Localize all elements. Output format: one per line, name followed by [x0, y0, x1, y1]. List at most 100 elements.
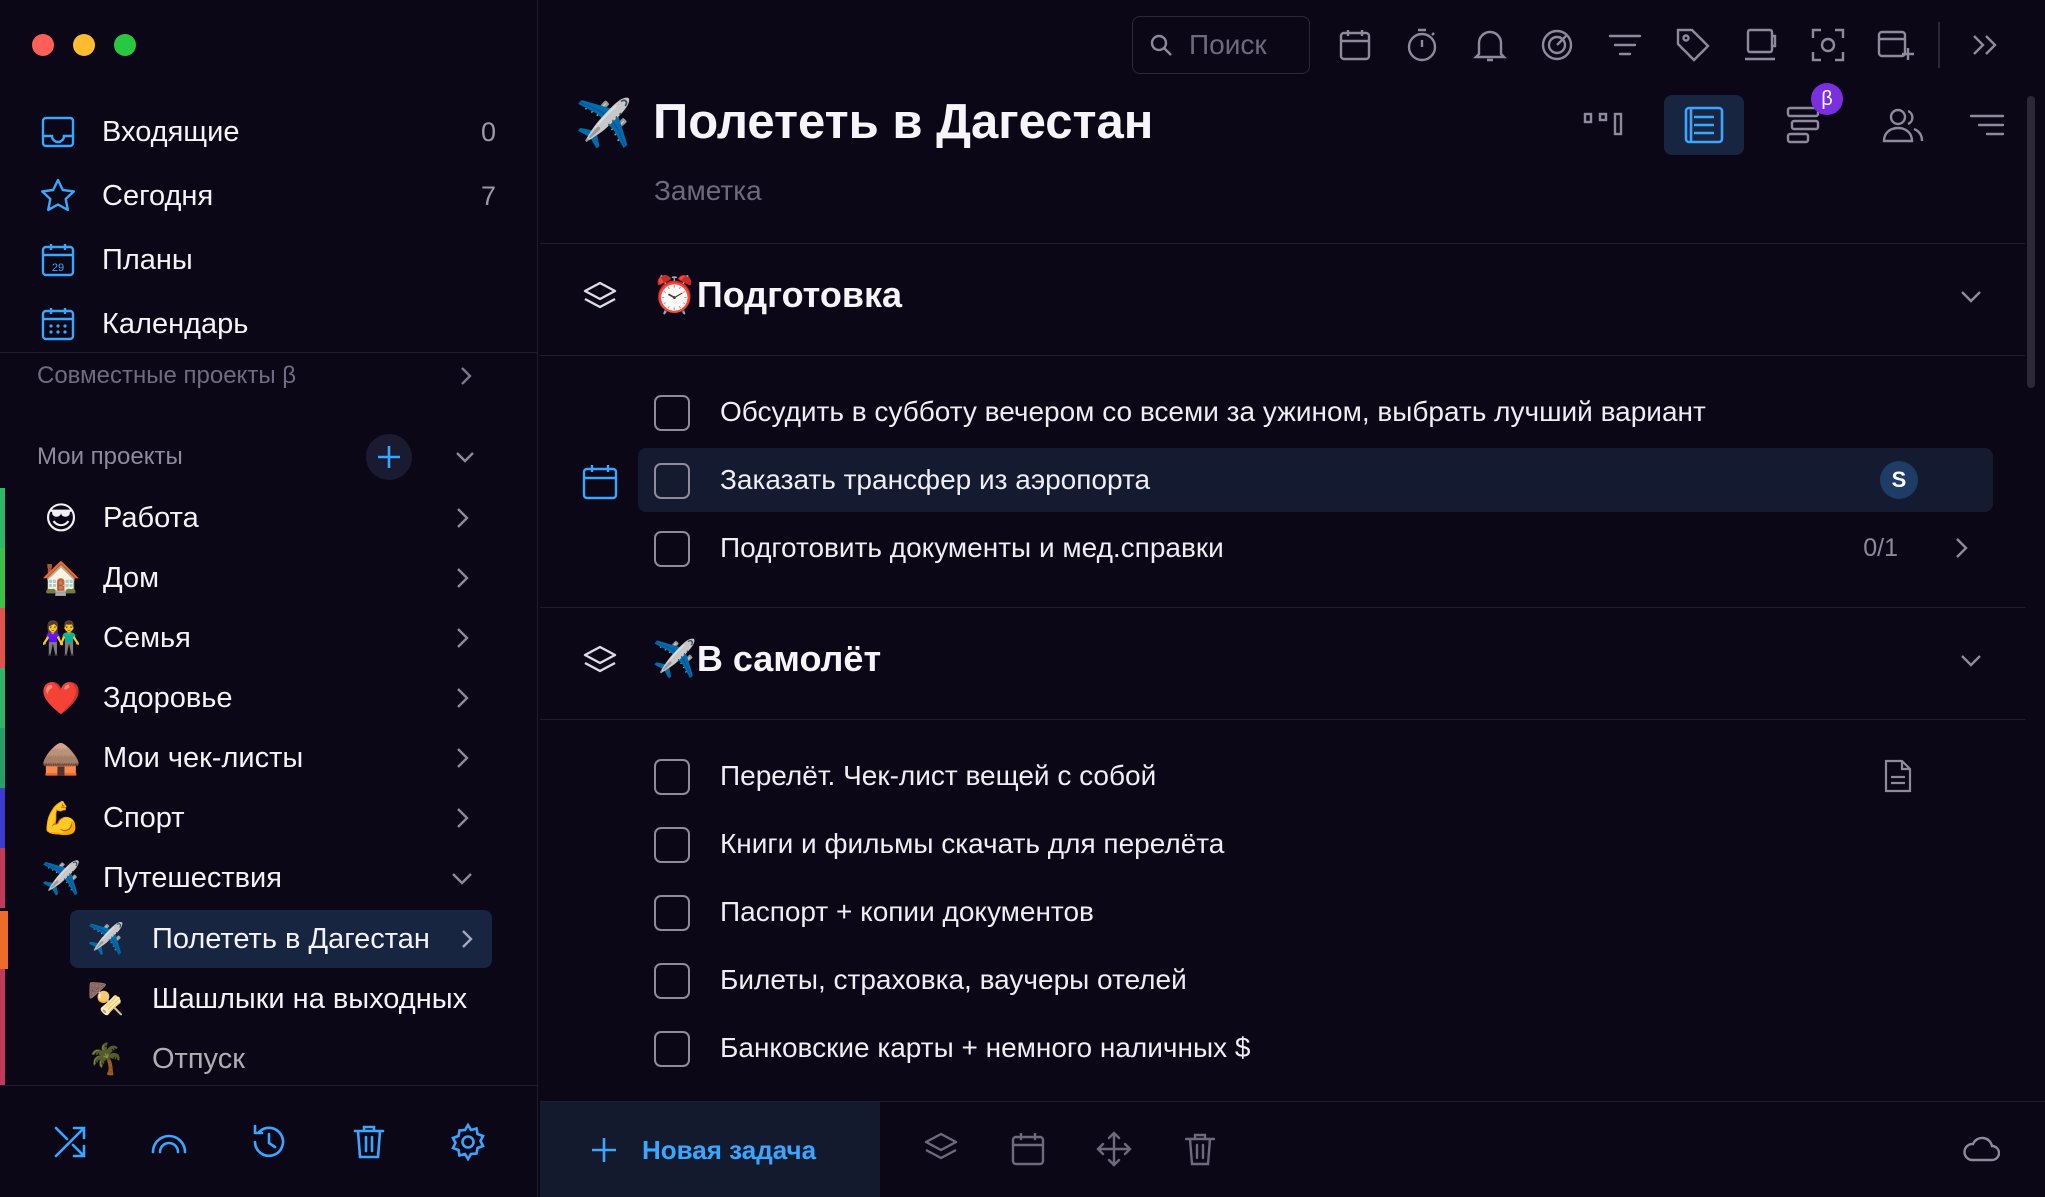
toolbar-separator: [1938, 22, 1940, 68]
beta-badge: β: [1811, 83, 1843, 115]
chevron-down-icon[interactable]: [1958, 647, 1984, 673]
section-header[interactable]: ⏰Подготовка: [540, 258, 2025, 338]
project-emoji-icon: 😎: [44, 500, 78, 536]
svg-text:29: 29: [52, 262, 64, 274]
board-view-button[interactable]: [1563, 95, 1643, 155]
chevron-right-icon[interactable]: [1949, 536, 1973, 560]
chevron-right-icon[interactable]: [450, 746, 474, 770]
zoom-window-button[interactable]: [114, 34, 136, 56]
trash-icon[interactable]: [349, 1122, 389, 1162]
task-row[interactable]: Подготовить документы и мед.справки 0/1: [638, 516, 1993, 580]
new-task-button[interactable]: Новая задача: [540, 1102, 880, 1197]
assignee-avatar[interactable]: S: [1880, 461, 1918, 499]
task-checkbox[interactable]: [654, 759, 690, 795]
task-title: Перелёт. Чек-лист вещей с собой: [720, 760, 1157, 791]
nav-today[interactable]: Сегодня 7: [0, 164, 538, 228]
chevron-right-icon[interactable]: [450, 566, 474, 590]
sort-lines-icon: [1969, 114, 2005, 136]
calendar-icon[interactable]: [580, 462, 620, 502]
focus-icon[interactable]: [1538, 26, 1576, 64]
rainbow-icon[interactable]: [149, 1122, 189, 1162]
cloud-sync-icon[interactable]: [1962, 1130, 2000, 1168]
chevron-down-icon[interactable]: [1958, 283, 1984, 309]
task-checkbox[interactable]: [654, 827, 690, 863]
calendar-icon[interactable]: [1336, 26, 1374, 64]
task-checkbox[interactable]: [654, 395, 690, 431]
project-note[interactable]: Заметка: [654, 175, 762, 207]
project-item[interactable]: 💪 Спорт: [0, 788, 538, 848]
layers-icon[interactable]: [922, 1130, 960, 1168]
task-checkbox[interactable]: [654, 531, 690, 567]
history-icon[interactable]: [249, 1122, 289, 1162]
project-color-bar: [0, 788, 5, 848]
project-color-bar: [0, 548, 5, 608]
coffee-break-icon[interactable]: [1741, 26, 1779, 64]
sort-menu-button[interactable]: [1947, 95, 2027, 155]
project-item[interactable]: ❤️ Здоровье: [0, 668, 538, 728]
subproject-item[interactable]: 🍢 Шашлыки на выходных: [70, 970, 492, 1028]
project-item[interactable]: 🏠 Дом: [0, 548, 538, 608]
timer-icon[interactable]: [1403, 26, 1441, 64]
nav-plans[interactable]: 29 Планы: [0, 228, 538, 292]
close-window-button[interactable]: [32, 34, 54, 56]
nav-today-label: Сегодня: [102, 179, 214, 212]
calendar-icon[interactable]: [1009, 1130, 1047, 1168]
section-title-text: Подготовка: [696, 274, 902, 315]
task-row[interactable]: Перелёт. Чек-лист вещей с собой: [638, 744, 1993, 808]
filter-icon[interactable]: [1606, 26, 1644, 64]
chevrons-right-icon[interactable]: [1966, 26, 2004, 64]
divider: [540, 243, 2025, 244]
project-label: Семья: [103, 621, 191, 654]
project-emoji-icon: ❤️: [41, 680, 81, 716]
task-row[interactable]: Билеты, страховка, ваучеры отелей: [638, 948, 1993, 1012]
move-icon[interactable]: [1095, 1130, 1133, 1168]
subproject-item[interactable]: 🌴 Отпуск: [70, 1030, 492, 1088]
top-toolbar: Поиск: [540, 16, 2045, 74]
users-icon: [1882, 108, 1924, 143]
project-item[interactable]: ✈️ Путешествия: [0, 848, 538, 908]
task-row[interactable]: Банковские карты + немного наличных $: [638, 1016, 1993, 1080]
members-button[interactable]: [1863, 95, 1943, 155]
shared-projects-label: Совместные проекты β: [37, 362, 297, 389]
task-row[interactable]: Паспорт + копии документов: [638, 880, 1993, 944]
project-item[interactable]: 😎 Работа: [0, 488, 538, 548]
section-header[interactable]: ✈️В самолёт: [540, 622, 2025, 702]
chevron-right-icon[interactable]: [456, 928, 478, 950]
add-window-icon[interactable]: [1876, 26, 1914, 64]
subproject-item-active[interactable]: ✈️ Полететь в Дагестан: [70, 910, 492, 968]
project-item[interactable]: 👫 Семья: [0, 608, 538, 668]
bell-icon[interactable]: [1471, 26, 1509, 64]
search-field[interactable]: Поиск: [1132, 16, 1310, 74]
task-checkbox[interactable]: [654, 463, 690, 499]
chevron-down-icon[interactable]: [450, 866, 474, 890]
minimize-window-button[interactable]: [73, 34, 95, 56]
scrollbar[interactable]: [2027, 96, 2035, 388]
chevron-right-icon[interactable]: [450, 626, 474, 650]
tag-icon[interactable]: [1674, 26, 1712, 64]
project-item[interactable]: 🛖 Мои чек-листы: [0, 728, 538, 788]
nav-calendar[interactable]: Календарь: [0, 292, 538, 356]
note-document-icon[interactable]: [1883, 758, 1913, 794]
chevron-right-icon[interactable]: [450, 806, 474, 830]
project-color-bar: [0, 488, 5, 548]
task-row[interactable]: Обсудить в субботу вечером со всеми за у…: [638, 380, 1993, 444]
shuffle-icon[interactable]: [50, 1122, 90, 1162]
task-checkbox[interactable]: [654, 1031, 690, 1067]
gantt-view-button[interactable]: β: [1767, 83, 1847, 155]
trash-icon[interactable]: [1181, 1130, 1219, 1168]
list-view-button[interactable]: [1664, 95, 1744, 155]
page-title[interactable]: Полететь в Дагестан: [653, 94, 1153, 150]
chevron-right-icon[interactable]: [450, 506, 474, 530]
nav-inbox[interactable]: Входящие 0: [0, 100, 538, 164]
chevron-down-icon[interactable]: [453, 445, 477, 469]
task-checkbox[interactable]: [654, 895, 690, 931]
chevron-right-icon[interactable]: [450, 686, 474, 710]
add-project-button[interactable]: [366, 434, 412, 480]
subproject-emoji-icon: 🌴: [87, 1042, 125, 1076]
gear-icon[interactable]: [448, 1121, 488, 1162]
screenshot-icon[interactable]: [1809, 26, 1847, 64]
task-checkbox[interactable]: [654, 963, 690, 999]
shared-projects-row[interactable]: Совместные проекты β: [37, 358, 477, 394]
task-row-selected[interactable]: Заказать трансфер из аэропорта S: [638, 448, 1993, 512]
task-row[interactable]: Книги и фильмы скачать для перелёта: [638, 812, 1993, 876]
